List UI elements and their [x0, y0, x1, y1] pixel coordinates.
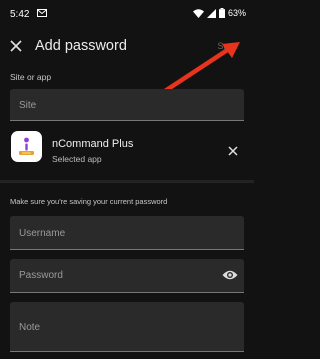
status-time: 5:42 — [10, 9, 30, 20]
save-button[interactable]: Save — [217, 41, 238, 51]
password-field[interactable]: Password — [10, 259, 244, 293]
site-input[interactable]: Site — [10, 89, 244, 121]
battery-percent: 63% — [227, 8, 246, 18]
app-bar: Add password Save — [0, 26, 254, 66]
status-right-cluster: 63% — [192, 8, 246, 18]
username-placeholder: Username — [19, 228, 66, 239]
status-bar: 5:42 63% — [0, 0, 254, 26]
app-icon — [11, 131, 42, 162]
mail-icon — [37, 9, 47, 17]
page-title: Add password — [35, 38, 127, 54]
username-field[interactable]: Username — [10, 216, 244, 250]
wifi-icon — [192, 8, 204, 18]
credentials-hint: Make sure you're saving your current pas… — [10, 197, 168, 206]
ncommand-logo-icon — [19, 137, 34, 155]
site-section-label: Site or app — [10, 72, 52, 82]
remove-app-close-icon[interactable] — [228, 146, 238, 156]
selected-app-name: nCommand Plus — [52, 138, 134, 150]
selected-app-subtitle: Selected app — [52, 154, 102, 164]
close-icon[interactable] — [10, 40, 22, 52]
signal-icon — [206, 8, 216, 18]
site-placeholder: Site — [19, 100, 37, 111]
battery-icon — [218, 8, 225, 18]
note-field[interactable]: Note — [10, 302, 244, 352]
note-placeholder: Note — [19, 322, 41, 333]
section-divider — [0, 180, 254, 183]
password-placeholder: Password — [19, 270, 63, 281]
eye-icon[interactable] — [222, 269, 238, 281]
